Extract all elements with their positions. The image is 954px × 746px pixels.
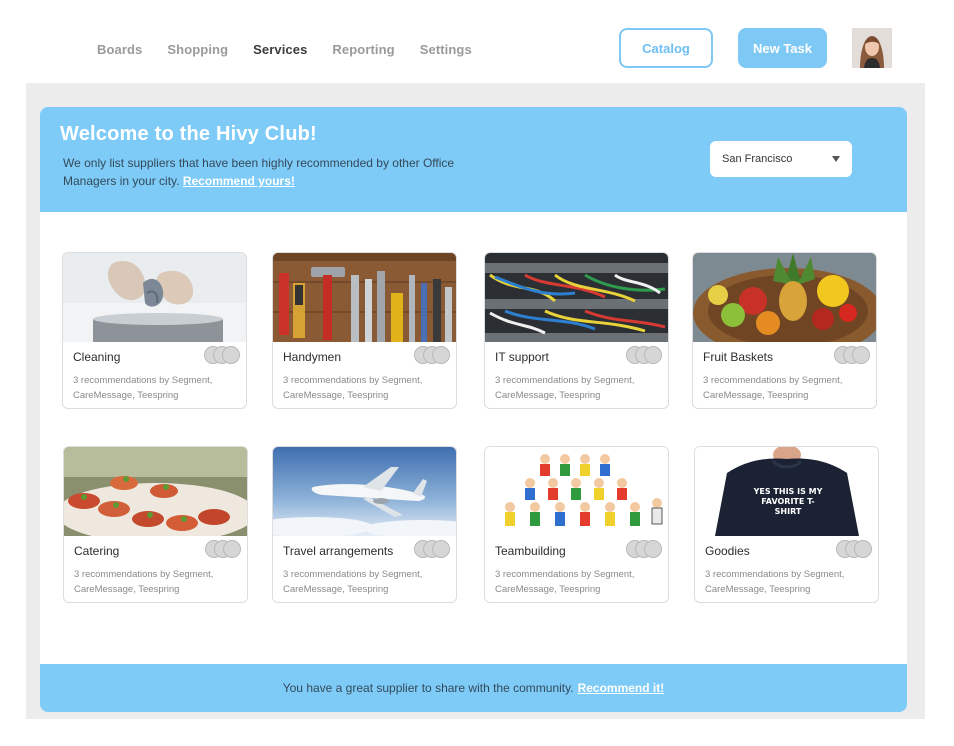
recommend-it-link[interactable]: Recommend it! [578, 681, 665, 695]
service-card-title: Fruit Baskets [703, 350, 774, 364]
nav-item-settings[interactable]: Settings [420, 42, 472, 57]
handymen-image [273, 253, 456, 342]
recommend-toggle[interactable] [626, 346, 662, 364]
goodies-image: YES THIS IS MY FAVORITE T-SHIRT [695, 447, 878, 536]
top-bar: Boards Shopping Services Reporting Setti… [0, 0, 954, 83]
recommend-footer: You have a great supplier to share with … [40, 664, 907, 712]
recommend-toggle[interactable] [205, 540, 241, 558]
avatar-image [852, 28, 892, 68]
travel-image [273, 447, 456, 536]
service-card-it-support[interactable]: IT support 3 recommendations by Segment,… [484, 252, 669, 409]
nav-item-reporting[interactable]: Reporting [332, 42, 394, 57]
new-task-button[interactable]: New Task [738, 28, 827, 68]
nav-item-boards[interactable]: Boards [97, 42, 142, 57]
teambuilding-image [485, 447, 668, 536]
cleaning-image [63, 253, 246, 342]
catering-image [64, 447, 247, 536]
footer-text: You have a great supplier to share with … [282, 681, 574, 695]
welcome-banner: Welcome to the Hivy Club! We only list s… [40, 107, 907, 212]
city-dropdown[interactable]: San Francisco [710, 141, 852, 177]
service-card-recommendations: 3 recommendations by Segment, CareMessag… [703, 375, 843, 401]
recommend-toggle[interactable] [834, 346, 870, 364]
main-nav: Boards Shopping Services Reporting Setti… [97, 42, 497, 57]
city-dropdown-value: San Francisco [722, 153, 793, 165]
welcome-text: We only list suppliers that have been hi… [63, 154, 483, 190]
nav-item-shopping[interactable]: Shopping [167, 42, 228, 57]
recommend-toggle[interactable] [414, 346, 450, 364]
service-card-cleaning[interactable]: Cleaning 3 recommendations by Segment, C… [62, 252, 247, 409]
service-card-catering[interactable]: Catering 3 recommendations by Segment, C… [63, 446, 248, 603]
service-card-title: Handymen [283, 350, 342, 364]
chevron-down-icon [832, 156, 840, 162]
service-card-title: Catering [74, 544, 120, 558]
service-card-teambuilding[interactable]: Teambuilding 3 recommendations by Segmen… [484, 446, 669, 603]
tshirt-print-text: YES THIS IS MY FAVORITE T-SHIRT [753, 487, 823, 516]
recommend-toggle[interactable] [414, 540, 450, 558]
service-card-recommendations: 3 recommendations by Segment, CareMessag… [705, 569, 845, 595]
service-card-handymen[interactable]: Handymen 3 recommendations by Segment, C… [272, 252, 457, 409]
service-card-recommendations: 3 recommendations by Segment, CareMessag… [74, 569, 214, 595]
recommend-toggle[interactable] [836, 540, 872, 558]
service-card-recommendations: 3 recommendations by Segment, CareMessag… [283, 569, 423, 595]
service-card-recommendations: 3 recommendations by Segment, CareMessag… [283, 375, 423, 401]
services-panel: Welcome to the Hivy Club! We only list s… [40, 107, 907, 712]
recommend-yours-link[interactable]: Recommend yours! [183, 174, 295, 188]
service-card-title: Teambuilding [495, 544, 566, 558]
service-card-goodies[interactable]: YES THIS IS MY FAVORITE T-SHIRT Goodies … [694, 446, 879, 603]
service-card-title: Cleaning [73, 350, 121, 364]
service-card-title: Travel arrangements [283, 544, 394, 558]
service-card-recommendations: 3 recommendations by Segment, CareMessag… [495, 569, 635, 595]
recommend-toggle[interactable] [204, 346, 240, 364]
nav-item-services[interactable]: Services [253, 42, 307, 57]
service-card-recommendations: 3 recommendations by Segment, CareMessag… [73, 375, 213, 401]
content-canvas: Welcome to the Hivy Club! We only list s… [26, 83, 925, 719]
page-title: Welcome to the Hivy Club! [60, 123, 317, 145]
service-card-travel-arrangements[interactable]: Travel arrangements 3 recommendations by… [272, 446, 457, 603]
fruit-baskets-image [693, 253, 876, 342]
catalog-button[interactable]: Catalog [619, 28, 713, 68]
service-card-title: Goodies [705, 544, 750, 558]
service-card-title: IT support [495, 350, 549, 364]
recommend-toggle[interactable] [626, 540, 662, 558]
service-card-fruit-baskets[interactable]: Fruit Baskets 3 recommendations by Segme… [692, 252, 877, 409]
service-card-recommendations: 3 recommendations by Segment, CareMessag… [495, 375, 635, 401]
avatar[interactable] [852, 28, 892, 68]
it-support-image [485, 253, 668, 342]
